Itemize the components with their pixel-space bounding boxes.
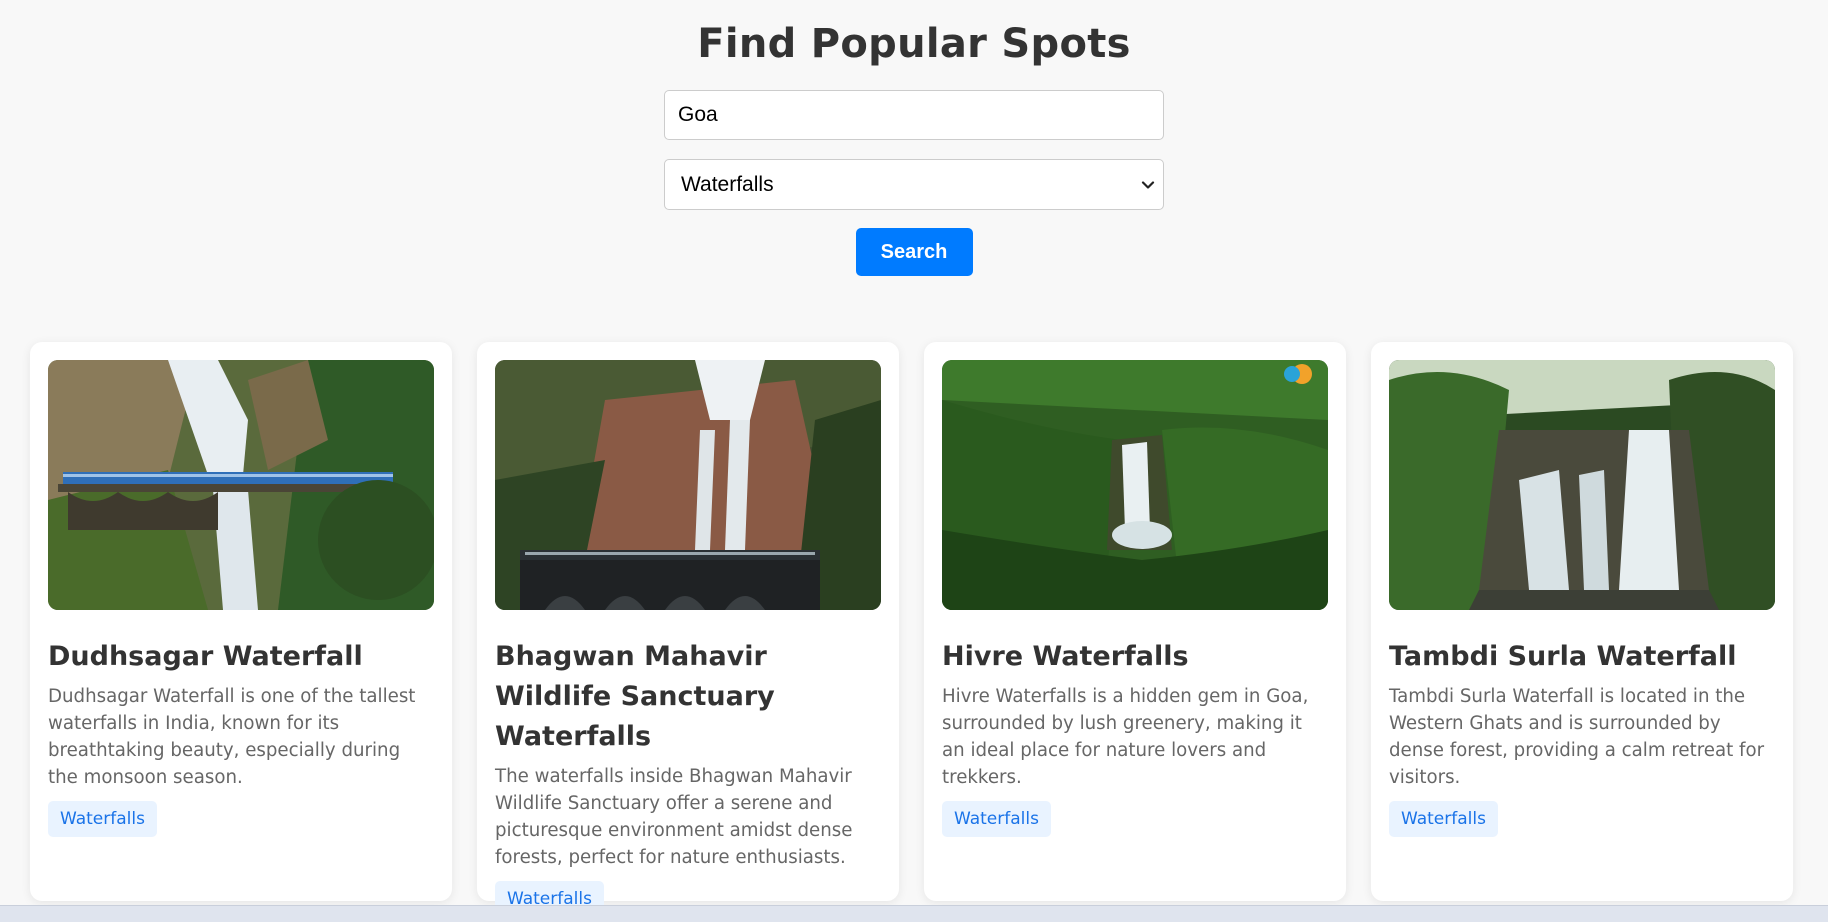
spot-title: Bhagwan Mahavir Wildlife Sanctuary Water…	[495, 641, 775, 752]
spot-card[interactable]: Dudhsagar Waterfall Dudhsagar Waterfall …	[30, 342, 452, 901]
page-title: Find Popular Spots	[697, 21, 1131, 67]
header: Find Popular Spots Waterfalls Search	[0, 0, 1828, 276]
spot-title: Dudhsagar Waterfall	[48, 641, 363, 672]
category-select-value: Waterfalls	[681, 173, 774, 196]
spot-description: Hivre Waterfalls is a hidden gem in Goa,…	[942, 686, 1309, 788]
spot-description: The waterfalls inside Bhagwan Mahavir Wi…	[495, 766, 853, 868]
spot-image	[48, 360, 434, 610]
category-tag: Waterfalls	[942, 801, 1051, 837]
taskbar	[0, 905, 1828, 922]
category-select[interactable]: Waterfalls	[664, 159, 1164, 210]
search-button-row: Search	[0, 228, 1828, 276]
location-search-input[interactable]	[664, 90, 1164, 140]
spot-title: Hivre Waterfalls	[942, 641, 1189, 672]
results-grid: Dudhsagar Waterfall Dudhsagar Waterfall …	[30, 342, 1793, 917]
search-form: Waterfalls	[664, 90, 1164, 210]
spot-card[interactable]: Hivre Waterfalls Hivre Waterfalls is a h…	[924, 342, 1346, 901]
spot-image	[942, 360, 1328, 610]
spot-card[interactable]: Bhagwan Mahavir Wildlife Sanctuary Water…	[477, 342, 899, 917]
spot-description: Dudhsagar Waterfall is one of the talles…	[48, 686, 416, 788]
spot-description: Tambdi Surla Waterfall is located in the…	[1389, 686, 1765, 788]
spot-image	[495, 360, 881, 610]
search-button[interactable]: Search	[855, 228, 973, 276]
chevron-down-icon	[1141, 181, 1155, 189]
spot-title: Tambdi Surla Waterfall	[1389, 641, 1737, 672]
page: Find Popular Spots Waterfalls Search	[0, 0, 1828, 922]
spot-image	[1389, 360, 1775, 610]
category-tag: Waterfalls	[1389, 801, 1498, 837]
category-tag: Waterfalls	[48, 801, 157, 837]
spot-card[interactable]: Tambdi Surla Waterfall Tambdi Surla Wate…	[1371, 342, 1793, 901]
